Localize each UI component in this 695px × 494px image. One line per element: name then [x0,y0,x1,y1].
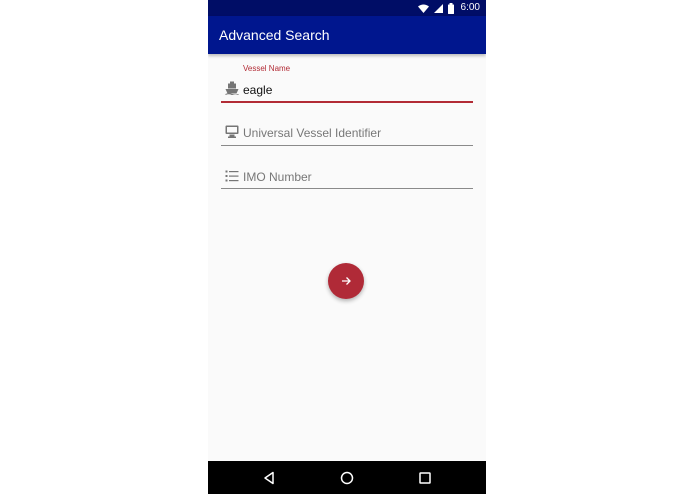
nav-home-button[interactable] [338,469,356,487]
back-icon [264,471,274,485]
imo-field[interactable]: IMO Number [221,161,473,191]
uvi-field[interactable]: Universal Vessel Identifier [221,118,473,148]
imo-input[interactable]: IMO Number [243,170,312,184]
wifi-icon [417,4,429,13]
status-icons: 6:00 [417,1,480,15]
navigation-bar [208,461,486,494]
vessel-name-field[interactable]: Vessel Name eagle [221,64,473,104]
nav-recents-button[interactable] [416,469,434,487]
app-bar: Advanced Search [208,16,486,54]
signal-icon [433,3,443,13]
recents-icon [419,472,431,484]
monitor-icon [225,125,239,138]
vessel-name-label: Vessel Name [243,64,291,73]
imo-underline [221,188,473,189]
status-bar: 6:00 [208,0,486,16]
arrow-right-icon [342,277,351,285]
status-time: 6:00 [460,2,480,13]
home-icon [340,471,354,485]
vessel-name-input[interactable]: eagle [243,83,272,97]
battery-icon [447,2,454,14]
nav-back-button[interactable] [260,469,278,487]
uvi-underline [221,145,473,146]
vessel-name-underline [221,101,473,103]
list-icon [225,170,239,182]
page-title: Advanced Search [219,27,330,43]
search-fab-button[interactable] [328,263,364,299]
ship-icon [225,81,239,95]
uvi-input[interactable]: Universal Vessel Identifier [243,126,381,140]
phone-screen: 6:00 Advanced Search Vessel Name eagle U… [208,0,486,494]
